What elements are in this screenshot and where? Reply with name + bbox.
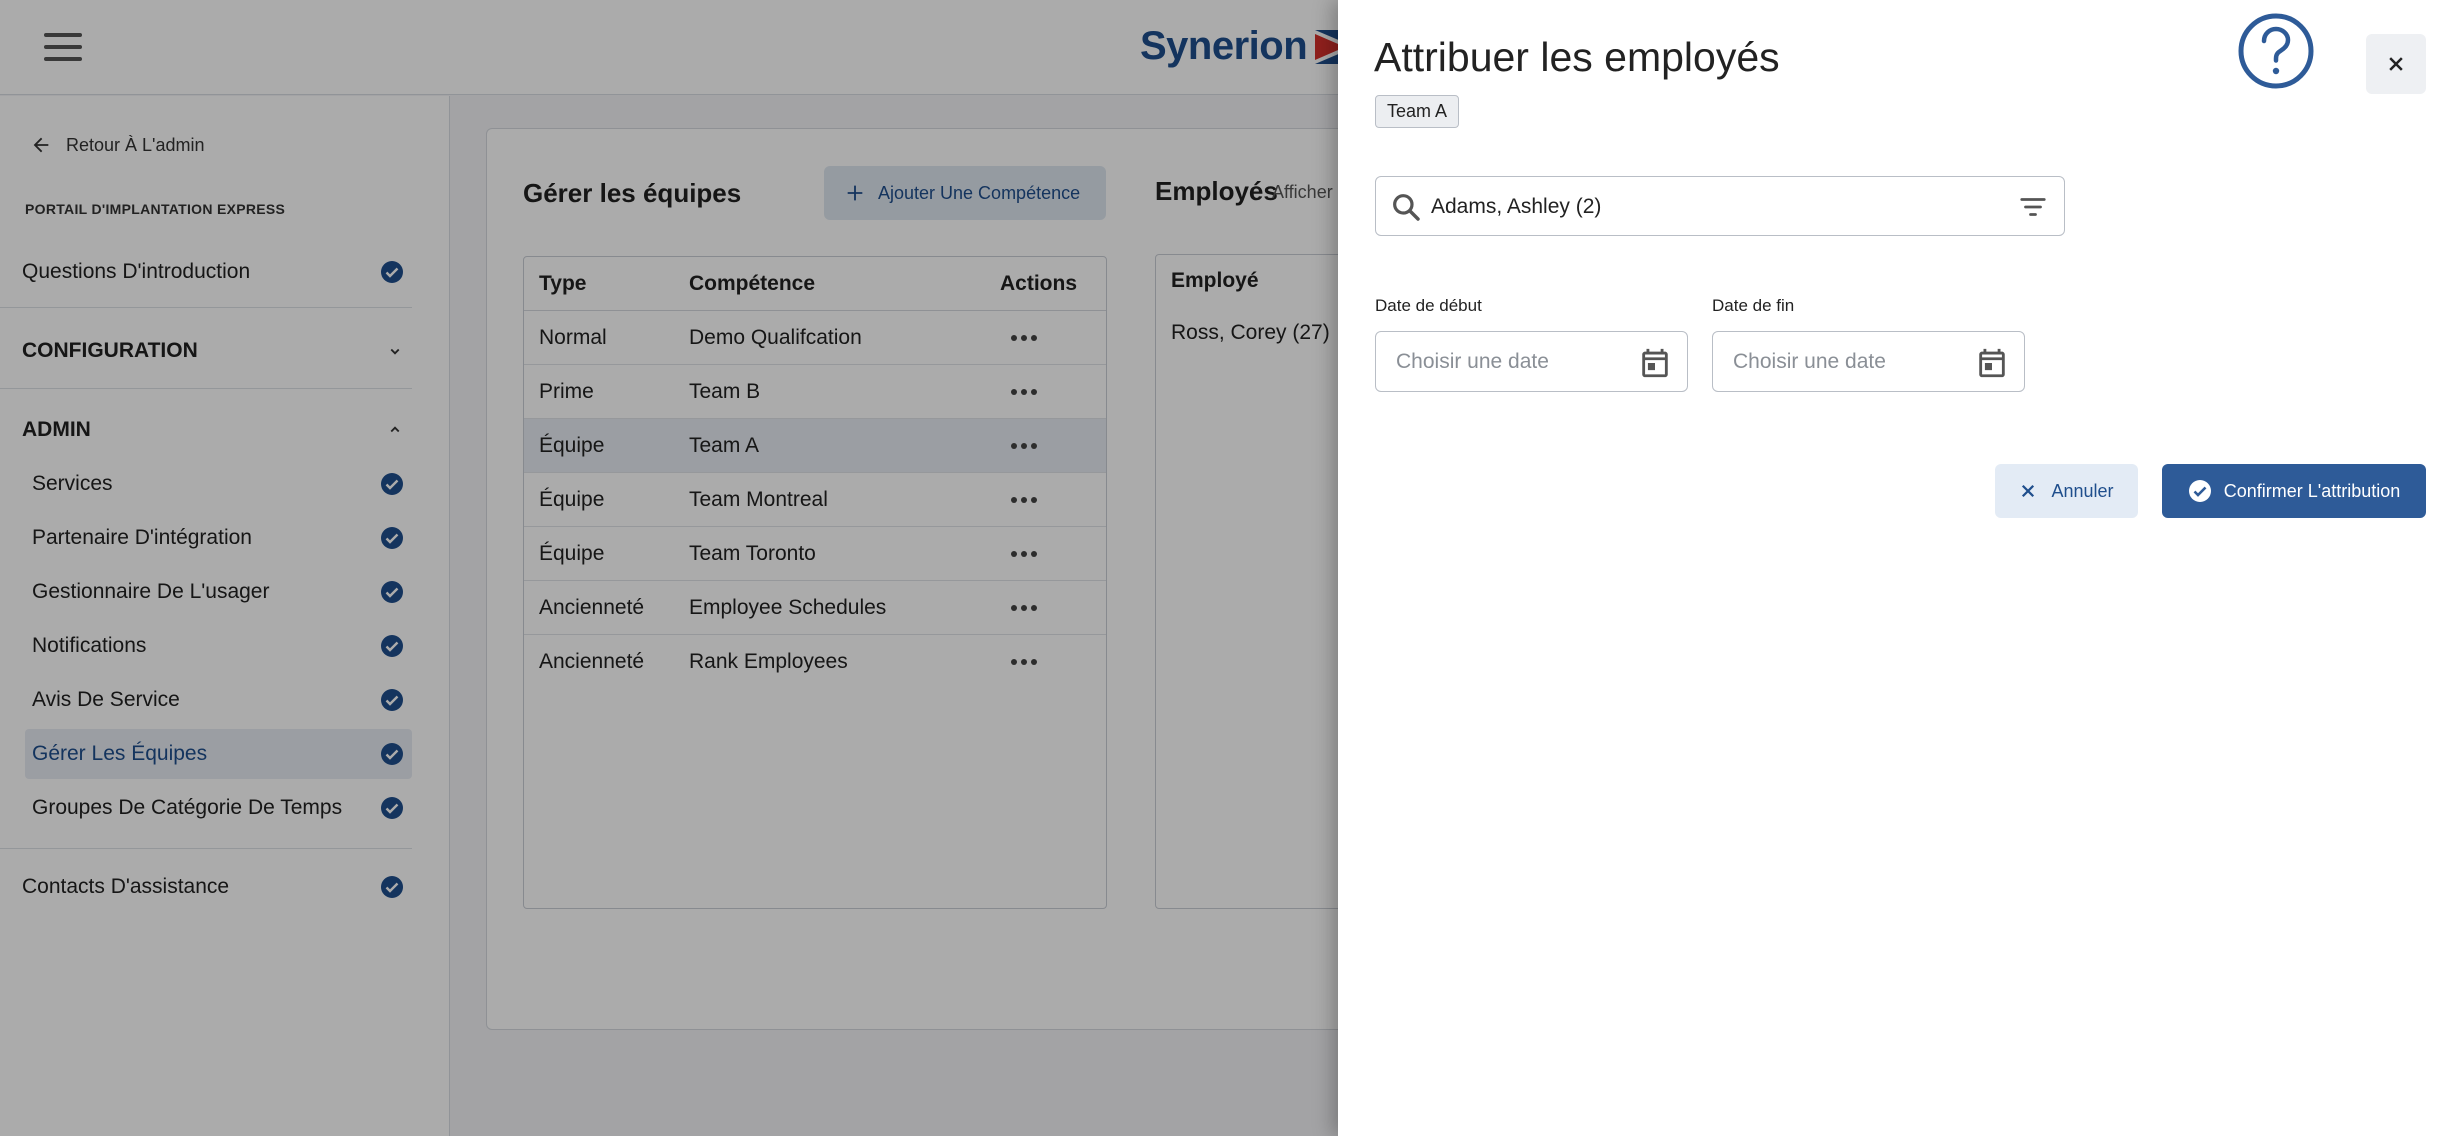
end-date-field[interactable]: [1712, 331, 2025, 392]
confirm-label: Confirmer L'attribution: [2223, 480, 2401, 501]
calendar-icon[interactable]: [1975, 346, 2009, 380]
cancel-label: Annuler: [2051, 480, 2114, 501]
end-date-label: Date de fin: [1712, 296, 1795, 315]
cancel-button[interactable]: Annuler: [1995, 464, 2138, 518]
start-date-input[interactable]: [1396, 344, 1616, 380]
search-input[interactable]: [1431, 187, 2001, 227]
close-button[interactable]: [2366, 34, 2426, 94]
help-icon[interactable]: [2237, 12, 2315, 90]
search-icon: [1393, 194, 1420, 221]
confirm-assignment-button[interactable]: Confirmer L'attribution: [2162, 464, 2426, 518]
team-chip: Team A: [1375, 95, 1460, 128]
close-icon: [2389, 57, 2403, 71]
calendar-icon[interactable]: [1638, 346, 1672, 380]
assign-employees-drawer: Attribuer les employés Team A Date de dé…: [1338, 0, 2462, 1136]
end-date-input[interactable]: [1733, 344, 1953, 380]
close-icon: [2022, 484, 2035, 498]
start-date-label: Date de début: [1375, 296, 1482, 315]
employee-search[interactable]: [1375, 176, 2065, 236]
filter-icon[interactable]: [2018, 192, 2048, 222]
start-date-field[interactable]: [1375, 331, 1688, 392]
check-circle-icon: [2188, 480, 2211, 502]
drawer-title: Attribuer les employés: [1374, 34, 1780, 80]
